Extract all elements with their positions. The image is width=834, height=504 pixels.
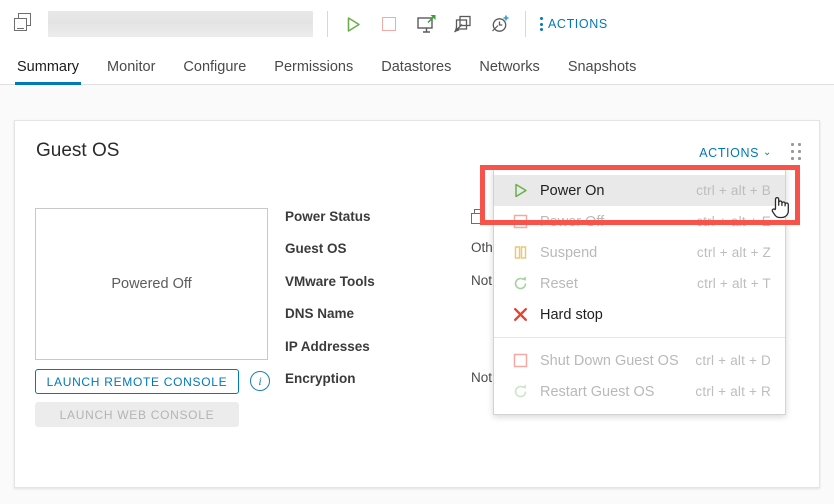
vm-console-thumbnail[interactable]: Powered Off xyxy=(35,208,268,360)
hard-stop-x-icon xyxy=(512,306,529,323)
tab-datastores-label: Datastores xyxy=(381,59,451,75)
tab-snapshots-label: Snapshots xyxy=(568,59,637,75)
tab-networks-label: Networks xyxy=(479,59,539,75)
card-drag-handle[interactable] xyxy=(791,143,805,161)
property-value: Not xyxy=(471,370,492,385)
tab-monitor[interactable]: Monitor xyxy=(107,59,155,84)
menu-separator xyxy=(494,337,785,338)
object-bar: ACTIONS xyxy=(0,0,834,48)
property-label: Encryption xyxy=(285,371,356,386)
reset-arrow-icon xyxy=(512,275,529,292)
tab-summary[interactable]: Summary xyxy=(17,59,79,84)
vsphere-vm-summary-screen: ACTIONS Summary Monitor Configure Permis… xyxy=(0,0,834,504)
property-label: DNS Name xyxy=(285,306,354,321)
tab-networks[interactable]: Networks xyxy=(479,59,539,84)
migrate-vm-icon[interactable] xyxy=(453,14,474,35)
toolbar-divider xyxy=(327,11,328,37)
menu-item-suspend: Suspend ctrl + alt + Z xyxy=(494,237,785,268)
power-off-icon[interactable] xyxy=(379,14,400,35)
menu-item-power-on[interactable]: Power On ctrl + alt + B xyxy=(494,175,785,206)
virtual-machine-icon xyxy=(14,13,36,35)
menu-item-shortcut: ctrl + alt + D xyxy=(695,353,771,368)
menu-item-reset: Reset ctrl + alt + T xyxy=(494,268,785,299)
vm-name-title-redacted xyxy=(48,11,313,37)
play-icon xyxy=(512,182,529,199)
tab-datastores[interactable]: Datastores xyxy=(381,59,451,84)
power-actions-menu: Power On ctrl + alt + B Power Off ctrl +… xyxy=(493,168,786,415)
chevron-down-icon: ⌄ xyxy=(763,148,772,158)
menu-item-label: Suspend xyxy=(540,245,697,261)
launch-remote-console-icon[interactable] xyxy=(416,14,437,35)
launch-remote-console-label: LAUNCH REMOTE CONSOLE xyxy=(47,375,228,389)
vm-power-toolbar xyxy=(342,14,511,35)
object-actions-button[interactable]: ACTIONS xyxy=(540,16,608,32)
pause-icon xyxy=(512,244,529,261)
tab-configure[interactable]: Configure xyxy=(183,59,246,84)
property-label: IP Addresses xyxy=(285,339,370,354)
menu-item-shortcut: ctrl + alt + R xyxy=(695,384,771,399)
vm-console-thumbnail-text: Powered Off xyxy=(111,276,191,292)
tab-permissions-label: Permissions xyxy=(274,59,353,75)
menu-item-shut-down-guest-os: Shut Down Guest OS ctrl + alt + D xyxy=(494,345,785,376)
launch-web-console-label: LAUNCH WEB CONSOLE xyxy=(60,408,215,422)
property-value: Not xyxy=(471,273,492,288)
powered-off-vm-icon xyxy=(471,209,488,226)
tab-monitor-label: Monitor xyxy=(107,59,155,75)
info-icon-glyph: i xyxy=(258,374,261,389)
tab-permissions[interactable]: Permissions xyxy=(274,59,353,84)
menu-item-label: Restart Guest OS xyxy=(540,384,695,400)
menu-item-label: Shut Down Guest OS xyxy=(540,353,695,369)
property-label: Guest OS xyxy=(285,241,347,256)
tab-summary-label: Summary xyxy=(17,59,79,75)
property-label: VMware Tools xyxy=(285,274,375,289)
menu-item-shortcut: ctrl + alt + T xyxy=(697,276,771,291)
menu-item-power-off: Power Off ctrl + alt + E xyxy=(494,206,785,237)
reset-arrow-icon xyxy=(512,383,529,400)
launch-web-console-button: LAUNCH WEB CONSOLE xyxy=(35,402,239,427)
power-on-icon[interactable] xyxy=(342,14,363,35)
card-actions-label: ACTIONS xyxy=(699,146,759,160)
menu-item-restart-guest-os: Restart Guest OS ctrl + alt + R xyxy=(494,376,785,407)
actions-divider xyxy=(525,11,526,37)
menu-item-label: Reset xyxy=(540,276,697,292)
menu-item-label: Power Off xyxy=(540,214,696,230)
menu-item-shortcut: ctrl + alt + E xyxy=(696,214,771,229)
menu-item-shortcut: ctrl + alt + B xyxy=(696,183,771,198)
menu-item-label: Hard stop xyxy=(540,307,771,323)
info-icon[interactable]: i xyxy=(250,371,270,391)
card-title: Guest OS xyxy=(36,140,119,162)
menu-item-shortcut: ctrl + alt + Z xyxy=(697,245,771,260)
tab-configure-label: Configure xyxy=(183,59,246,75)
property-value: Oth xyxy=(471,240,493,255)
stop-square-icon xyxy=(512,352,529,369)
menu-item-label: Power On xyxy=(540,183,696,199)
tab-bar: Summary Monitor Configure Permissions Da… xyxy=(0,48,834,85)
launch-remote-console-button[interactable]: LAUNCH REMOTE CONSOLE xyxy=(35,369,239,394)
kebab-menu-icon xyxy=(540,16,544,32)
property-label: Power Status xyxy=(285,209,371,224)
stop-square-icon xyxy=(512,213,529,230)
menu-item-hard-stop[interactable]: Hard stop xyxy=(494,299,785,330)
object-actions-label: ACTIONS xyxy=(548,17,608,31)
tab-snapshots[interactable]: Snapshots xyxy=(568,59,637,84)
take-snapshot-icon[interactable] xyxy=(490,14,511,35)
card-actions-button[interactable]: ACTIONS ⌄ xyxy=(699,146,772,160)
